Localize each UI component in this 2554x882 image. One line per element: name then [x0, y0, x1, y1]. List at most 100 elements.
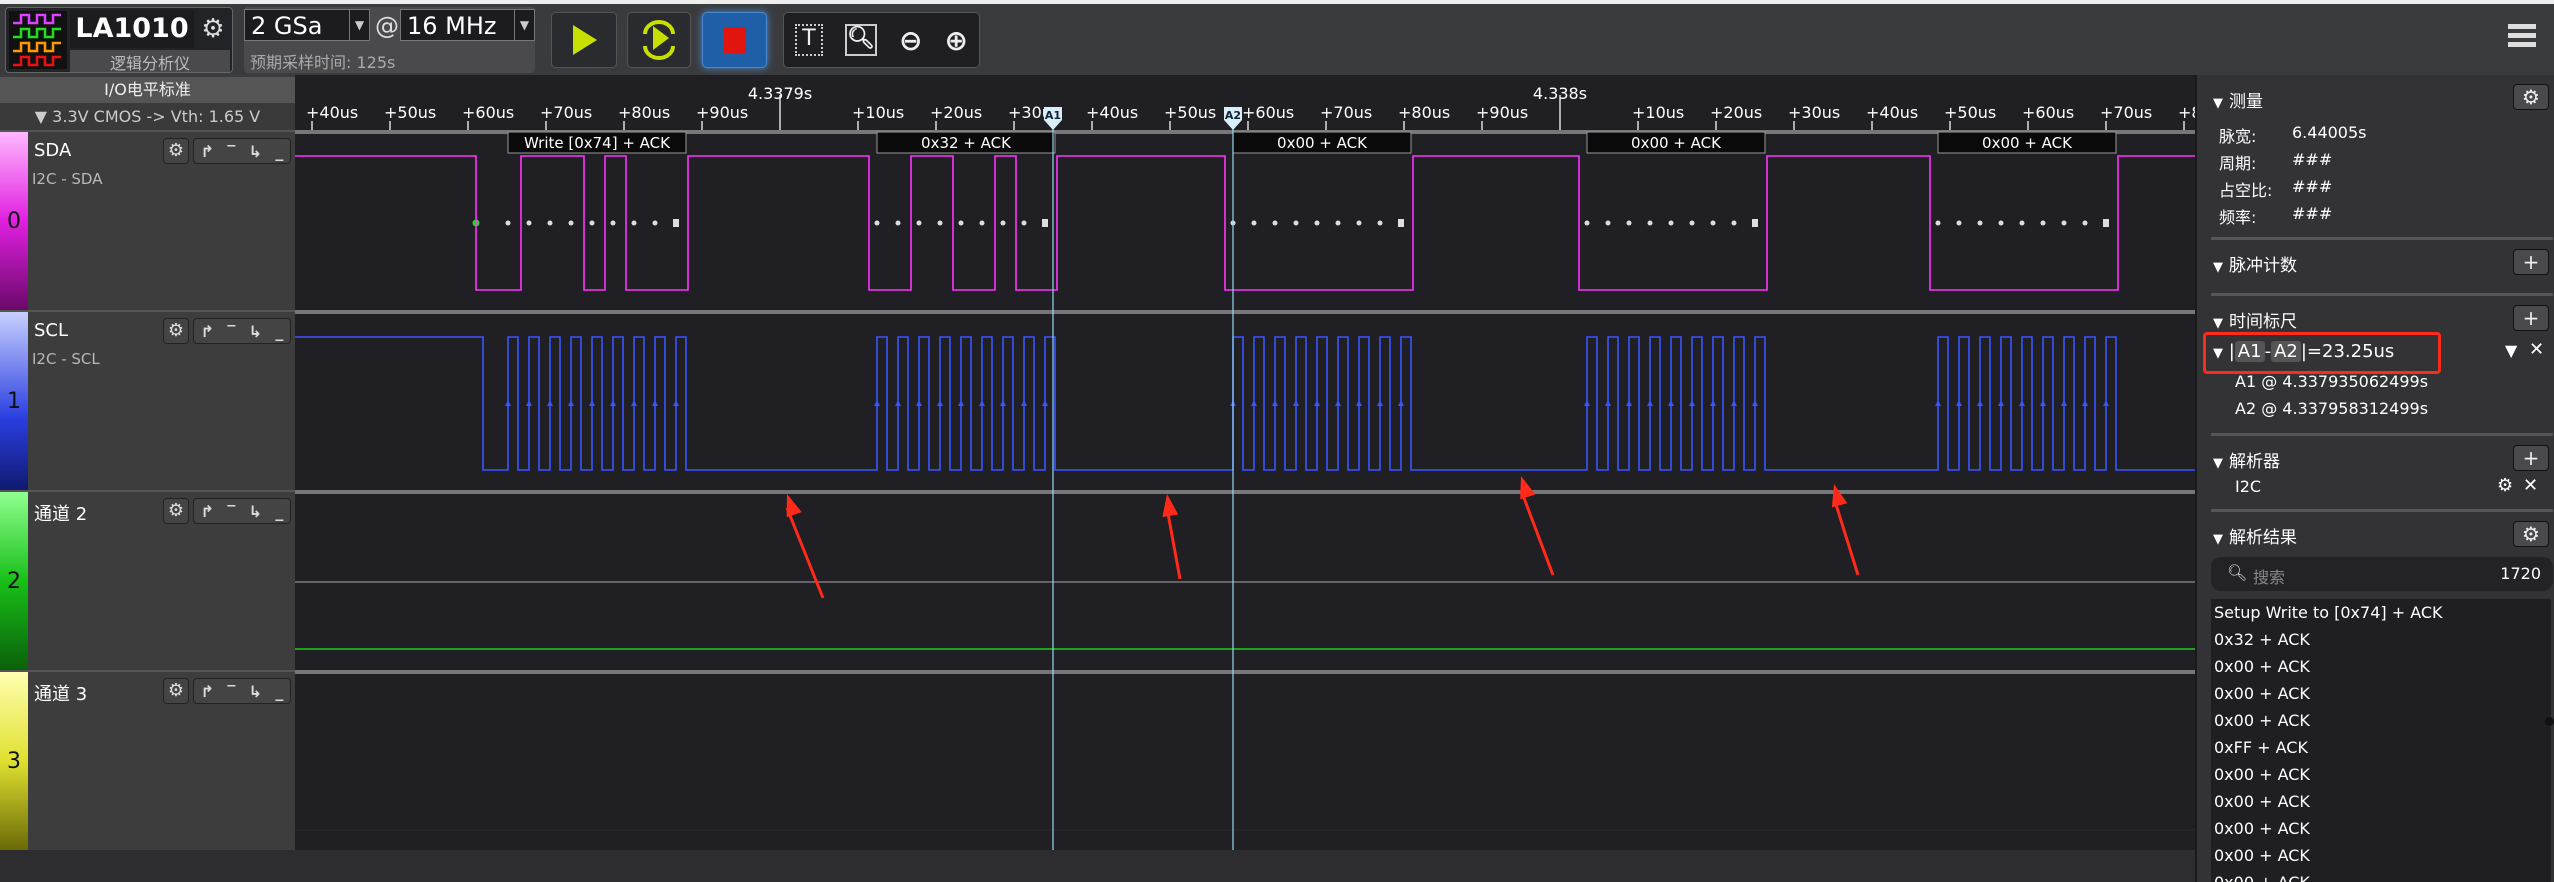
close-icon[interactable]: ✕	[2529, 339, 2544, 360]
channel-color-strip[interactable]: 1	[0, 312, 28, 490]
zoom-fit-icon[interactable]: 🔍︎	[845, 24, 878, 56]
channel-protocol-label: I2C - SDA	[32, 170, 103, 188]
scrollbar-handle[interactable]	[2545, 717, 2554, 726]
result-item[interactable]: Setup Write to [0x74] + ACK	[2211, 599, 2551, 626]
delta-value: =23.25us	[2306, 341, 2395, 362]
result-item[interactable]: 0x00 + ACK	[2211, 653, 2551, 680]
pin-icon[interactable]: ▼	[2505, 341, 2517, 360]
high-level-trigger-icon[interactable]: ‾	[227, 142, 235, 161]
zoom-out-icon[interactable]: ⊖	[899, 24, 922, 57]
low-level-trigger-icon[interactable]: _	[275, 682, 283, 701]
channel-settings-gear-icon[interactable]: ⚙	[163, 498, 189, 524]
trigger-selector[interactable]: ↱ ‾ ↳ _	[193, 678, 291, 704]
result-item[interactable]: 0x00 + ACK	[2211, 788, 2551, 815]
channel-settings-gear-icon[interactable]: ⚙	[163, 318, 189, 344]
channel-name[interactable]: 通道 3	[34, 680, 87, 706]
results-search-input[interactable]: 🔍︎ 搜索 1720	[2211, 557, 2553, 591]
result-item[interactable]: 0x00 + ACK	[2211, 680, 2551, 707]
high-level-trigger-icon[interactable]: ‾	[227, 322, 235, 341]
add-time-ruler-button[interactable]: +	[2513, 305, 2549, 331]
decode-frame-label[interactable]: 0x32 + ACK	[921, 134, 1012, 152]
waveform-view[interactable]: +40us +50us +60us +70us +80us +90us +10us +20us…	[295, 75, 2202, 850]
result-item[interactable]: 0x00 + ACK	[2211, 869, 2551, 882]
stop-button[interactable]	[702, 12, 767, 68]
analyzer-header[interactable]: ▼ 解析器	[2213, 447, 2280, 472]
results-settings-button[interactable]: ⚙	[2513, 521, 2549, 547]
analyzer-close-icon[interactable]: ✕	[2523, 475, 2538, 496]
high-level-trigger-icon[interactable]: ‾	[227, 682, 235, 701]
channel-name[interactable]: SCL	[34, 320, 68, 341]
rising-edge-trigger-icon[interactable]: ↱	[201, 682, 214, 701]
result-item[interactable]: 0xFF + ACK	[2211, 734, 2551, 761]
sample-depth-select[interactable]: 2 GSa ▼	[244, 9, 370, 41]
start-button[interactable]	[551, 12, 617, 68]
channel-color-strip[interactable]: 0	[0, 132, 28, 310]
channel-index: 3	[7, 748, 21, 774]
result-item[interactable]: 0x00 + ACK	[2211, 842, 2551, 869]
channel-color-strip[interactable]: 3	[0, 672, 28, 850]
measure-settings-button[interactable]: ⚙	[2513, 84, 2549, 110]
pulse-count-header[interactable]: ▼ 脉冲计数	[2213, 251, 2297, 276]
decode-frame-label[interactable]: 0x00 + ACK	[1277, 134, 1368, 152]
channel-settings-gear-icon[interactable]: ⚙	[163, 138, 189, 164]
waveform-canvas[interactable]: +40us +50us +60us +70us +80us +90us +10us +20us…	[295, 75, 2202, 850]
result-item[interactable]: 0x00 + ACK	[2211, 707, 2551, 734]
channel-name[interactable]: 通道 2	[34, 500, 87, 526]
loop-start-button[interactable]	[627, 12, 691, 68]
rising-edge-trigger-icon[interactable]: ↱	[201, 142, 214, 161]
search-icon: 🔍︎	[2227, 563, 2248, 582]
result-item[interactable]: 0x00 + ACK	[2211, 761, 2551, 788]
analyzer-item-i2c[interactable]: I2C	[2235, 477, 2261, 496]
decode-frame-label[interactable]: 0x00 + ACK	[1631, 134, 1722, 152]
channel-row-2[interactable]: 2 通道 2 ⚙ ↱ ‾ ↳ _	[0, 490, 295, 670]
low-level-trigger-icon[interactable]: _	[275, 142, 283, 161]
ruler-tick-label: +50us	[1164, 103, 1216, 122]
results-count: 1720	[2500, 564, 2541, 583]
result-item[interactable]: 0x00 + ACK	[2211, 815, 2551, 842]
rising-edge-trigger-icon[interactable]: ↱	[201, 322, 214, 341]
channel-settings-gear-icon[interactable]: ⚙	[163, 678, 189, 704]
trigger-selector[interactable]: ↱ ‾ ↳ _	[193, 318, 291, 344]
low-level-trigger-icon[interactable]: _	[275, 502, 283, 521]
time-ruler-delta[interactable]: ▼ | A1- A2 |=23.25us	[2213, 341, 2394, 362]
hamburger-menu-icon[interactable]	[2508, 24, 2536, 48]
falling-edge-trigger-icon[interactable]: ↳	[249, 322, 262, 341]
zoom-in-icon[interactable]: ⊕	[945, 24, 968, 57]
annotation-arrowhead-icon	[1520, 476, 1536, 500]
text-annotation-icon[interactable]: T	[795, 24, 823, 56]
trigger-selector[interactable]: ↱ ‾ ↳ _	[193, 138, 291, 164]
trigger-selector[interactable]: ↱ ‾ ↳ _	[193, 498, 291, 524]
channel-protocol-label: I2C - SCL	[32, 350, 100, 368]
channel-row-1[interactable]: 1 SCL I2C - SCL ⚙ ↱ ‾ ↳ _	[0, 310, 295, 490]
bit-sample-dot	[2040, 220, 2046, 226]
channel-name[interactable]: SDA	[34, 140, 71, 161]
add-pulse-count-button[interactable]: +	[2513, 249, 2549, 275]
io-standard-select[interactable]: ▼ 3.3V CMOS -> Vth: 1.65 V	[0, 103, 295, 130]
results-header[interactable]: ▼ 解析结果	[2213, 523, 2297, 548]
ruler-tick-label: +40us	[306, 103, 358, 122]
high-level-trigger-icon[interactable]: ‾	[227, 502, 235, 521]
analyzer-settings-gear-icon[interactable]: ⚙	[2497, 475, 2513, 496]
decode-frame-label[interactable]: Write [0x74] + ACK	[524, 134, 671, 152]
decode-frame-label[interactable]: 0x00 + ACK	[1982, 134, 2073, 152]
sample-rate-value: 16 MHz	[407, 12, 497, 40]
sample-rate-select[interactable]: 16 MHz ▼	[400, 9, 535, 41]
plus-icon: +	[2522, 250, 2540, 274]
add-analyzer-button[interactable]: +	[2513, 445, 2549, 471]
time-ruler-header[interactable]: ▼ 时间标尺	[2213, 307, 2297, 332]
result-item[interactable]: 0x32 + ACK	[2211, 626, 2551, 653]
channel-row-3[interactable]: 3 通道 3 ⚙ ↱ ‾ ↳ _	[0, 670, 295, 850]
falling-edge-trigger-icon[interactable]: ↳	[249, 142, 262, 161]
falling-edge-trigger-icon[interactable]: ↳	[249, 682, 262, 701]
bit-sample-dot	[874, 220, 880, 226]
ruler-tick-label: +70us	[1320, 103, 1372, 122]
measure-header[interactable]: ▼ 测量	[2213, 87, 2263, 112]
falling-edge-trigger-icon[interactable]: ↳	[249, 502, 262, 521]
results-list[interactable]: Setup Write to [0x74] + ACK 0x32 + ACK 0x0…	[2211, 599, 2551, 882]
bit-sample-dot	[652, 220, 658, 226]
channel-color-strip[interactable]: 2	[0, 492, 28, 670]
channel-row-0[interactable]: 0 SDA I2C - SDA ⚙ ↱ ‾ ↳ _	[0, 130, 295, 310]
low-level-trigger-icon[interactable]: _	[275, 322, 283, 341]
rising-edge-trigger-icon[interactable]: ↱	[201, 502, 214, 521]
device-settings-gear-icon[interactable]: ⚙	[196, 10, 230, 48]
